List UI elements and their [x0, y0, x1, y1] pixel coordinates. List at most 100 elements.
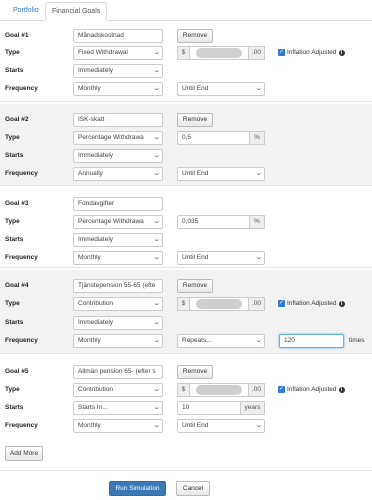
- goal-title: Goal #5: [5, 368, 29, 375]
- chevron-down-icon: ⌄: [254, 85, 263, 92]
- tab-financial-goals[interactable]: Financial Goals: [45, 2, 108, 21]
- goal-panel-3: Goal #3 Fondavgifter Type Percentage Wit…: [0, 188, 372, 268]
- percent-input[interactable]: 0,035: [177, 215, 250, 229]
- chevron-down-icon: ⌄: [152, 236, 161, 243]
- until-value: Until End: [182, 254, 209, 261]
- amount-input[interactable]: [189, 297, 249, 311]
- run-simulation-button[interactable]: Run Simulation: [109, 481, 166, 496]
- until-select[interactable]: Repeats... ⌄: [177, 334, 265, 348]
- percent-addon: %: [249, 215, 265, 229]
- frequency-select[interactable]: Annually ⌄: [73, 167, 163, 181]
- chevron-down-icon: ⌄: [152, 300, 161, 307]
- chevron-down-icon: ⌄: [152, 422, 161, 429]
- goal-panel-5: Goal #5 Allmän pension 65- (efter s Remo…: [0, 356, 372, 438]
- chevron-down-icon: ⌄: [152, 152, 161, 159]
- chevron-down-icon: ⌄: [152, 134, 161, 141]
- frequency-label: Frequency: [5, 85, 38, 92]
- chevron-down-icon: ⌄: [152, 170, 161, 177]
- goal-name-input[interactable]: Allmän pension 65- (efter s: [73, 365, 163, 379]
- goal-name-input[interactable]: Fondavgifter: [73, 197, 163, 211]
- starts-select[interactable]: Immediately ⌄: [73, 316, 163, 330]
- chevron-down-icon: ⌄: [152, 218, 161, 225]
- starts-label: Starts: [5, 404, 24, 411]
- goal-title: Goal #1: [5, 32, 29, 39]
- chevron-down-icon: ⌄: [152, 49, 161, 56]
- starts-value: Starts In...: [78, 404, 108, 411]
- frequency-select[interactable]: Monthly ⌄: [73, 251, 163, 265]
- years-addon: years: [240, 401, 265, 415]
- footer-divider: [0, 470, 372, 471]
- type-value: Fixed Withdrawal: [78, 49, 128, 56]
- remove-button[interactable]: Remove: [177, 113, 213, 127]
- goal-name-input[interactable]: Tjänstepension 55-65 (efte: [73, 279, 163, 293]
- starts-select[interactable]: Immediately ⌄: [73, 233, 163, 247]
- cents-addon: .00: [248, 46, 265, 60]
- goal-title: Goal #3: [5, 200, 29, 207]
- inflation-label: Inflation Adjusted i: [287, 46, 345, 60]
- goal-panel-1: Goal #1 Månadskostnad Remove Type Fixed …: [0, 24, 372, 102]
- inflation-checkbox[interactable]: ✓: [278, 49, 285, 56]
- type-label: Type: [5, 300, 20, 307]
- amount-input[interactable]: [189, 46, 249, 60]
- tab-bar: Portfolio Financial Goals: [0, 0, 372, 21]
- until-value: Until End: [182, 422, 209, 429]
- goal-panel-2: Goal #2 ISK-skatt Remove Type Percentage…: [0, 104, 372, 186]
- percent-input[interactable]: 0,5: [177, 131, 250, 145]
- goal-name-input[interactable]: ISK-skatt: [73, 113, 163, 127]
- chevron-down-icon: ⌄: [254, 254, 263, 261]
- amount-input[interactable]: [189, 383, 249, 397]
- type-select[interactable]: Fixed Withdrawal ⌄: [73, 46, 163, 60]
- type-select[interactable]: Percentage Withdrawa ⌄: [73, 215, 163, 229]
- remove-button[interactable]: Remove: [177, 365, 213, 379]
- starts-select[interactable]: Immediately ⌄: [73, 64, 163, 78]
- type-select[interactable]: Contribution ⌄: [73, 297, 163, 311]
- starts-value: Immediately: [78, 319, 114, 326]
- goal-title: Goal #4: [5, 282, 29, 289]
- frequency-label: Frequency: [5, 337, 38, 344]
- inflation-checkbox[interactable]: ✓: [278, 386, 285, 393]
- info-icon: i: [338, 387, 345, 393]
- info-icon: i: [338, 50, 345, 56]
- starts-value: Immediately: [78, 152, 114, 159]
- tab-portfolio[interactable]: Portfolio: [7, 2, 45, 21]
- until-select[interactable]: Until End ⌄: [177, 82, 265, 96]
- starts-in-input[interactable]: 10: [177, 401, 241, 415]
- frequency-select[interactable]: Monthly ⌄: [73, 82, 163, 96]
- until-select[interactable]: Until End ⌄: [177, 167, 265, 181]
- frequency-select[interactable]: Monthly ⌄: [73, 334, 163, 348]
- type-select[interactable]: Contribution ⌄: [73, 383, 163, 397]
- type-label: Type: [5, 134, 20, 141]
- chevron-down-icon: ⌄: [152, 319, 161, 326]
- inflation-label: Inflation Adjusted i: [287, 383, 345, 397]
- add-more-button[interactable]: Add More: [5, 446, 43, 461]
- cents-addon: .00: [248, 383, 265, 397]
- goal-name-input[interactable]: Månadskostnad: [73, 29, 163, 43]
- chevron-down-icon: ⌄: [254, 337, 263, 344]
- until-select[interactable]: Until End ⌄: [177, 419, 265, 433]
- chevron-down-icon: ⌄: [152, 67, 161, 74]
- frequency-label: Frequency: [5, 170, 38, 177]
- until-value: Until End: [182, 85, 209, 92]
- type-label: Type: [5, 386, 20, 393]
- starts-select[interactable]: Immediately ⌄: [73, 149, 163, 163]
- chevron-down-icon: ⌄: [152, 254, 161, 261]
- inflation-label: Inflation Adjusted i: [287, 297, 345, 311]
- chevron-down-icon: ⌄: [254, 170, 263, 177]
- percent-addon: %: [249, 131, 265, 145]
- frequency-value: Monthly: [78, 337, 101, 344]
- frequency-select[interactable]: Monthly ⌄: [73, 419, 163, 433]
- type-select[interactable]: Percentage Withdrawa ⌄: [73, 131, 163, 145]
- type-value: Percentage Withdrawa: [78, 134, 144, 141]
- frequency-label: Frequency: [5, 422, 38, 429]
- cancel-button[interactable]: Cancel: [176, 481, 210, 496]
- redacted-value: [196, 48, 242, 58]
- until-select[interactable]: Until End ⌄: [177, 251, 265, 265]
- inflation-checkbox[interactable]: ✓: [278, 300, 285, 307]
- redacted-value: [196, 385, 242, 395]
- remove-button[interactable]: Remove: [177, 29, 213, 43]
- cents-addon: .00: [248, 297, 265, 311]
- repeat-count-input[interactable]: 120: [279, 334, 344, 348]
- remove-button[interactable]: Remove: [177, 279, 213, 293]
- starts-select[interactable]: Starts In... ⌄: [73, 401, 163, 415]
- starts-label: Starts: [5, 236, 24, 243]
